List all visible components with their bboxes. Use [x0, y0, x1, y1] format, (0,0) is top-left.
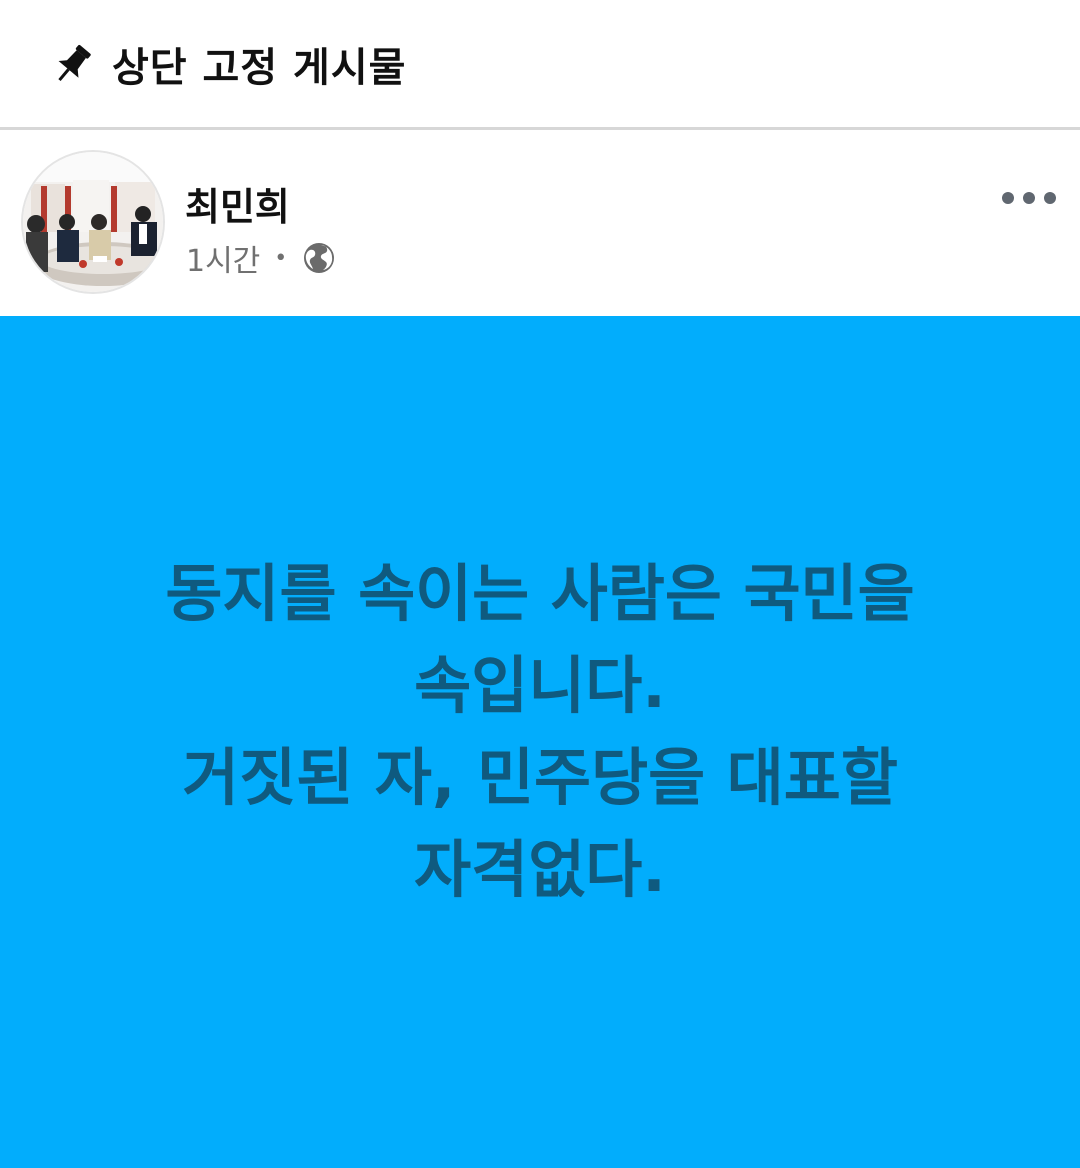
post-text-card[interactable]: 동지를 속이는 사람은 국민을 속입니다. 거짓된 자, 민주당을 대표할 자격…: [0, 316, 1080, 1168]
pin-icon: [58, 44, 91, 81]
post-text: 동지를 속이는 사람은 국민을 속입니다. 거짓된 자, 민주당을 대표할 자격…: [110, 548, 970, 916]
pinned-posts-header: 상단 고정 게시물: [0, 0, 1080, 127]
facebook-pinned-post-screen: 상단 고정 게시물 최민희 1시간 • 동지를 속이는 사람은 국민을 속입니다…: [0, 0, 1080, 1168]
post-time[interactable]: 1시간: [186, 236, 260, 280]
post-text-line: 동지를 속이는 사람은 국민을: [165, 557, 915, 630]
pinned-posts-title: 상단 고정 게시물: [112, 44, 407, 91]
post-text-line: 거짓된 자, 민주당을 대표할: [182, 741, 898, 814]
post-meta: 1시간 •: [186, 236, 337, 280]
post-text-line: 속입니다.: [414, 649, 666, 722]
meta-separator: •: [274, 245, 288, 271]
globe-icon: [304, 243, 335, 273]
author-name[interactable]: 최민희: [185, 176, 290, 231]
post-header: 최민희 1시간 •: [0, 130, 1080, 316]
more-options-icon: [1002, 192, 1056, 204]
more-options-button[interactable]: [994, 182, 1064, 214]
post-text-line: 자격없다.: [414, 833, 666, 906]
avatar[interactable]: [23, 152, 163, 292]
avatar-photo: [23, 152, 163, 292]
